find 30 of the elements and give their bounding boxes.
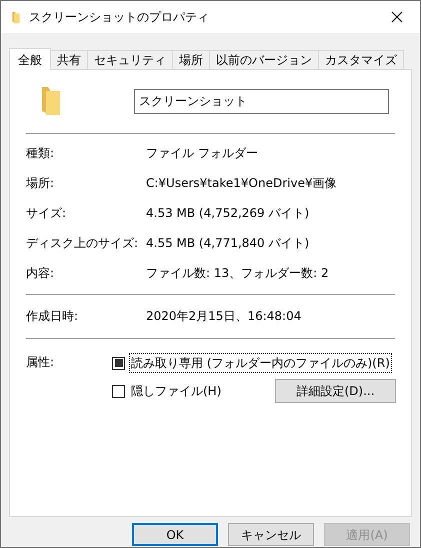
property-value: ファイル数: 13、フォルダー数: 2 <box>146 265 329 282</box>
checkbox[interactable] <box>112 356 125 370</box>
folder-icon <box>40 85 62 117</box>
property-label: 種類: <box>26 145 56 162</box>
property-value: ファイル フォルダー <box>146 145 258 162</box>
name-field[interactable]: スクリーンショット <box>134 88 389 114</box>
property-value: C:¥Users¥take1¥OneDrive¥画像 <box>146 175 337 192</box>
checkbox-label[interactable]: 読み取り専用 (フォルダー内のファイルのみ)(R) <box>129 353 392 373</box>
checkbox[interactable] <box>112 384 125 398</box>
tab[interactable]: 全般 <box>9 48 51 70</box>
folder-icon <box>11 10 21 24</box>
tab[interactable]: 場所 <box>172 50 210 69</box>
dialog-button[interactable]: OK <box>132 523 218 546</box>
tab[interactable]: カスタマイズ <box>318 50 404 69</box>
attributes-label: 属性: <box>26 354 56 371</box>
tab[interactable]: セキュリティ <box>87 50 173 69</box>
property-value: 2020年2月15日、16:48:04 <box>146 308 302 325</box>
advanced-button[interactable]: 詳細設定(D)... <box>275 379 396 403</box>
close-icon <box>391 11 403 23</box>
tab[interactable]: 共有 <box>50 50 88 69</box>
property-value: 4.53 MB (4,752,269 バイト) <box>146 205 310 222</box>
property-value: 4.55 MB (4,771,840 バイト) <box>146 235 310 252</box>
dialog-button[interactable]: キャンセル <box>228 523 314 546</box>
property-label: サイズ: <box>26 205 68 222</box>
property-label: 場所: <box>26 175 56 192</box>
property-label: 内容: <box>26 265 56 282</box>
window-title: スクリーンショットのプロパティ <box>29 9 209 26</box>
property-label: ディスク上のサイズ: <box>26 235 140 252</box>
property-label: 作成日時: <box>26 308 80 325</box>
checkbox-label[interactable]: 隠しファイル(H) <box>129 381 224 401</box>
